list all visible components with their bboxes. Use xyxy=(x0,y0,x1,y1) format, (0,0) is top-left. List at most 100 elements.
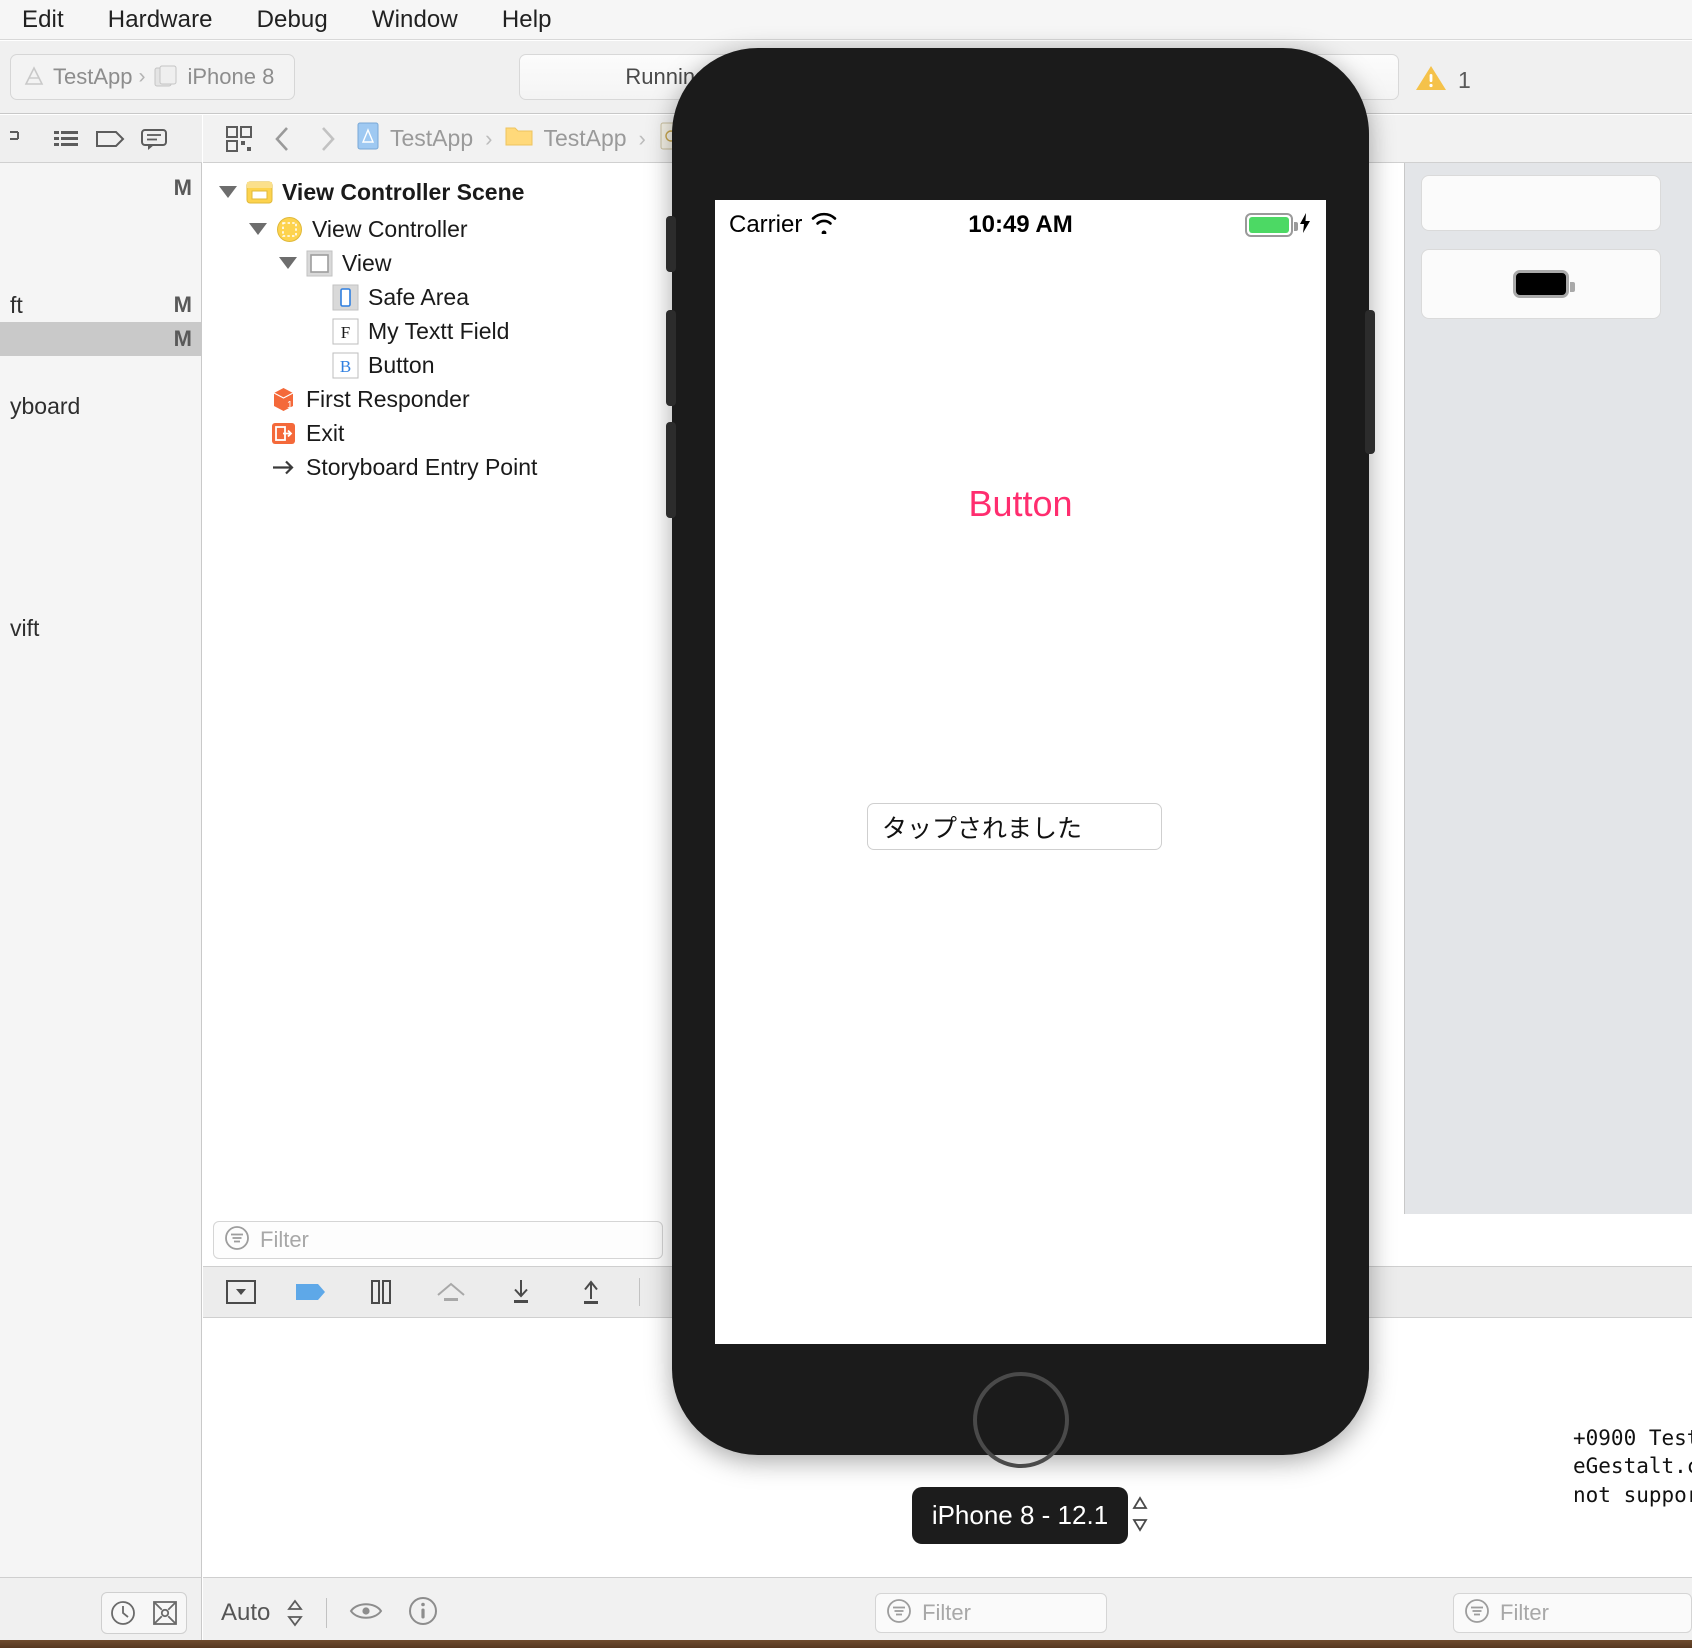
warning-count: 1 xyxy=(1458,67,1471,93)
outline-node-storyboard-entry-point[interactable]: Storyboard Entry Point xyxy=(270,450,537,484)
deactivate-breakpoints-icon[interactable] xyxy=(289,1272,333,1312)
scheme-device-label: iPhone 8 xyxy=(187,64,275,89)
folder-navigator-icon[interactable] xyxy=(0,117,44,161)
menu-item-edit[interactable]: Edit xyxy=(0,0,86,40)
console-line: not supported xyxy=(1573,1482,1692,1507)
breadcrumb[interactable]: TestApp › TestApp › M xyxy=(355,121,712,156)
breadcrumb-item-1[interactable]: TestApp xyxy=(543,125,626,152)
debug-toolbar-divider xyxy=(639,1278,640,1306)
console-line: +0900 TestApp[1 xyxy=(1573,1426,1692,1450)
breadcrumb-item-0[interactable]: TestApp xyxy=(390,125,473,152)
info-icon[interactable] xyxy=(407,1595,439,1632)
outline-node-view-controller[interactable]: View Controller xyxy=(249,212,468,246)
ios-simulator-window[interactable]: Carrier 10:49 AM Button タップされました xyxy=(666,48,1375,1468)
desktop-background xyxy=(0,1640,1692,1648)
app-text-field[interactable]: タップされました xyxy=(867,803,1162,850)
outline-node-label: View Controller xyxy=(312,215,468,242)
console-output[interactable]: +0900 TestApp[1 eGestalt.c:890: not supp… xyxy=(1573,1318,1692,1577)
charging-bolt-icon xyxy=(1298,212,1312,239)
outline-node-view-controller-scene[interactable]: View Controller Scene xyxy=(219,175,524,209)
home-button[interactable] xyxy=(972,1372,1069,1468)
folder-icon xyxy=(504,123,534,154)
pause-icon[interactable] xyxy=(359,1272,403,1312)
menu-item-hardware[interactable]: Hardware xyxy=(86,0,235,40)
outline-node-label: Safe Area xyxy=(368,283,470,310)
outline-node-button[interactable]: B Button xyxy=(332,348,435,382)
step-into-icon[interactable] xyxy=(499,1272,543,1312)
device-stepper[interactable] xyxy=(1130,1492,1150,1541)
auto-label[interactable]: Auto xyxy=(221,1599,270,1627)
device-icon xyxy=(152,65,182,89)
simulator-screen[interactable]: Carrier 10:49 AM Button タップされました xyxy=(715,200,1326,1344)
power-button xyxy=(1365,310,1375,454)
nav-file-row-1[interactable]: M xyxy=(0,171,201,205)
disclosure-triangle-icon[interactable] xyxy=(279,257,297,269)
menu-item-debug[interactable]: Debug xyxy=(235,0,350,40)
nav-file-row-4[interactable]: yboard xyxy=(0,389,201,423)
svg-text:B: B xyxy=(340,357,351,376)
menu-item-help[interactable]: Help xyxy=(480,0,574,40)
outline-node-label: Exit xyxy=(306,419,345,446)
status-bar-right xyxy=(1245,212,1312,239)
variables-filter-placeholder: Filter xyxy=(922,1600,971,1625)
recent-clock-icon[interactable] xyxy=(102,1593,144,1633)
utility-card-battery[interactable] xyxy=(1421,249,1661,319)
variables-filter-input[interactable]: Filter xyxy=(875,1593,1108,1633)
nav-file-row-3-selected[interactable]: M xyxy=(0,322,201,356)
menu-item-window[interactable]: Window xyxy=(350,0,480,40)
console-line: eGestalt.c:890: xyxy=(1573,1454,1692,1479)
outline-node-label: View xyxy=(342,249,392,276)
step-over-icon[interactable] xyxy=(429,1272,473,1312)
app-button[interactable]: Button xyxy=(715,483,1326,525)
svg-text:F: F xyxy=(341,323,350,342)
bottom-bar-divider xyxy=(326,1598,328,1628)
document-outline[interactable]: View Controller Scene View Controller Vi… xyxy=(203,163,673,1214)
outline-node-label: Storyboard Entry Point xyxy=(306,453,538,480)
device-label-tooltip: iPhone 8 - 12.1 xyxy=(912,1487,1128,1544)
navigator-tab-bar xyxy=(0,115,202,163)
nav-file-row-2[interactable]: ft M xyxy=(0,288,201,322)
issue-navigator-icon[interactable] xyxy=(88,117,132,161)
safe-area-icon xyxy=(332,284,359,311)
project-file-icon xyxy=(355,121,381,156)
eye-icon[interactable] xyxy=(349,1598,383,1629)
nav-file-row-5[interactable]: vift xyxy=(0,611,201,645)
report-navigator-icon[interactable] xyxy=(132,117,176,161)
console-filter-input[interactable]: Filter xyxy=(1453,1593,1692,1633)
related-items-icon[interactable] xyxy=(217,117,261,161)
entry-point-arrow-icon xyxy=(270,454,297,481)
utility-card-top[interactable] xyxy=(1421,175,1661,231)
disclosure-triangle-icon[interactable] xyxy=(219,186,237,198)
console-filter-placeholder: Filter xyxy=(1500,1600,1549,1625)
project-navigator[interactable]: M ft M M yboard vift xyxy=(0,163,202,1577)
outline-node-my-textt-field[interactable]: F My Textt Field xyxy=(332,314,509,348)
forward-chevron-icon[interactable] xyxy=(305,117,349,161)
back-chevron-icon[interactable] xyxy=(261,117,305,161)
exit-icon xyxy=(270,420,297,447)
auto-stepper[interactable] xyxy=(286,1598,304,1628)
outline-node-view[interactable]: View xyxy=(279,246,391,280)
warning-indicator[interactable]: 1 xyxy=(1414,63,1471,98)
outline-node-first-responder[interactable]: 1 First Responder xyxy=(270,382,470,416)
battery-icon xyxy=(1245,213,1298,237)
nav-file-name: yboard xyxy=(10,392,81,419)
outline-filter-input[interactable]: Filter xyxy=(213,1221,663,1259)
scheme-selector[interactable]: TestApp › iPhone 8 xyxy=(10,54,295,100)
utility-pane xyxy=(1404,163,1692,1214)
hide-debug-area-icon[interactable] xyxy=(219,1272,263,1312)
battery-black-icon xyxy=(1513,270,1575,298)
symbol-navigator-icon[interactable] xyxy=(44,117,88,161)
outline-filter-placeholder: Filter xyxy=(260,1227,309,1252)
outline-node-safe-area[interactable]: Safe Area xyxy=(332,280,469,314)
filter-icon xyxy=(886,1598,912,1629)
step-out-icon[interactable] xyxy=(569,1272,613,1312)
view-controller-icon xyxy=(276,216,303,243)
breakpoint-disable-icon[interactable] xyxy=(144,1593,186,1633)
breadcrumb-separator: › xyxy=(485,125,493,151)
navigator-footer-segment[interactable] xyxy=(101,1592,187,1634)
first-responder-icon: 1 xyxy=(270,386,297,413)
outline-node-label: Button xyxy=(368,351,435,378)
text-field-icon: F xyxy=(332,318,359,345)
outline-node-exit[interactable]: Exit xyxy=(270,416,344,450)
disclosure-triangle-icon[interactable] xyxy=(249,223,267,235)
